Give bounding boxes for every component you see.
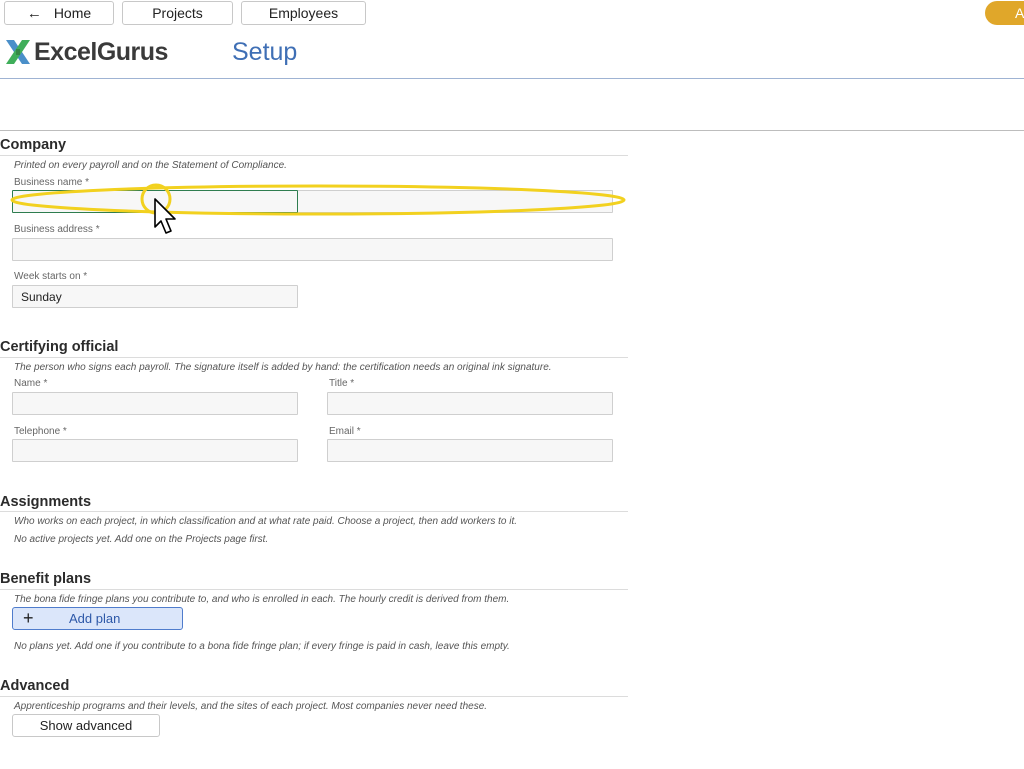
projects-label: Projects [152, 5, 203, 21]
plus-icon: + [23, 608, 34, 628]
business-name-field-extension[interactable] [297, 190, 613, 213]
show-advanced-button[interactable]: Show advanced [12, 714, 160, 737]
business-address-input[interactable] [12, 238, 613, 261]
title-label: Title * [329, 378, 355, 389]
add-plan-button[interactable]: + Add plan [12, 607, 183, 630]
annotation-overlay [10, 183, 626, 234]
name-input[interactable] [12, 392, 298, 415]
business-name-label: Business name * [14, 177, 90, 188]
benefits-rule [0, 589, 628, 590]
account-button[interactable]: A [985, 1, 1024, 25]
benefits-heading: Benefit plans [0, 571, 92, 587]
left-arrow-icon: ← [26, 4, 42, 22]
assignments-heading: Assignments [0, 494, 92, 510]
home-button[interactable]: ← Home [4, 1, 114, 25]
logo-text: ExcelGurus [34, 37, 168, 66]
x-logo-icon [6, 40, 30, 64]
company-heading: Company [0, 137, 67, 153]
employees-button[interactable]: Employees [241, 1, 366, 25]
employees-label: Employees [268, 5, 339, 21]
page-title: Setup [232, 38, 298, 66]
telephone-label: Telephone * [14, 426, 67, 437]
advanced-heading: Advanced [0, 678, 70, 694]
content-divider [0, 130, 1024, 131]
name-label: Name * [14, 378, 48, 389]
assignments-rule [0, 511, 628, 512]
certifying-description: The person who signs each payroll. The s… [14, 362, 552, 373]
assignments-empty-text: No active projects yet. Add one on the P… [14, 534, 269, 545]
add-plan-label: Add plan [69, 611, 121, 626]
advanced-description: Apprenticeship programs and their levels… [14, 701, 488, 712]
account-initial: A [1015, 5, 1024, 21]
company-description: Printed on every payroll and on the Stat… [14, 160, 287, 171]
business-name-input[interactable] [12, 190, 298, 213]
week-starts-label: Week starts on * [14, 271, 88, 282]
projects-button[interactable]: Projects [122, 1, 233, 25]
business-address-label: Business address * [14, 224, 100, 235]
certifying-heading: Certifying official [0, 339, 119, 355]
logo: ExcelGurus [4, 37, 168, 67]
benefits-description: The bona fide fringe plans you contribut… [14, 594, 510, 605]
week-starts-select[interactable]: Sunday [12, 285, 298, 308]
benefits-empty-text: No plans yet. Add one if you contribute … [14, 641, 510, 652]
telephone-input[interactable] [12, 439, 298, 462]
email-input[interactable] [327, 439, 613, 462]
home-label: Home [53, 5, 92, 21]
email-label: Email * [329, 426, 361, 437]
header-divider [0, 78, 1024, 79]
certifying-rule [0, 357, 628, 358]
company-rule [0, 155, 628, 156]
show-advanced-label: Show advanced [39, 718, 133, 733]
advanced-rule [0, 696, 628, 697]
title-input[interactable] [327, 392, 613, 415]
assignments-description: Who works on each project, in which clas… [14, 516, 518, 527]
